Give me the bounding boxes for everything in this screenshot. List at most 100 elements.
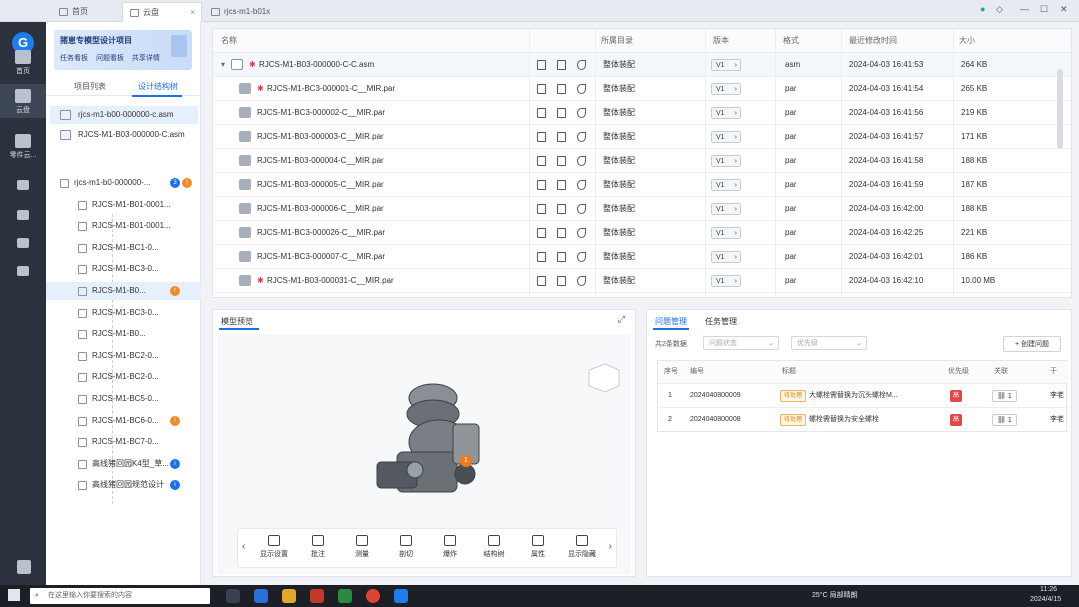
tree-item[interactable]: RJCS-M1-BC3-0... xyxy=(46,260,201,278)
chevron-left-icon[interactable]: ‹ xyxy=(242,541,245,552)
folder-icon[interactable] xyxy=(537,252,546,262)
chevron-right-icon[interactable]: › xyxy=(609,541,612,552)
user-avatar-icon[interactable] xyxy=(17,560,31,574)
issue-row[interactable]: 2 2024040800008 待处理 螺栓需替换为安全螺栓 高 ⛓ 1 李老 xyxy=(658,407,1068,431)
preview-doc-icon[interactable] xyxy=(557,276,566,286)
tree-item[interactable]: RJCS-M1-BC3-0... xyxy=(46,304,201,322)
show-hide-tool[interactable]: 显示隐藏 xyxy=(562,535,602,559)
tab-file[interactable]: rjcs-m1-b01x xyxy=(204,2,314,22)
display-settings-tool[interactable]: 显示设置 xyxy=(254,535,294,559)
3d-viewport[interactable]: 1 ‹ 显示设置 批注 测量 剖切 爆炸 结构树 属性 显示隐藏 › xyxy=(217,334,631,574)
close-icon[interactable]: × xyxy=(190,3,195,23)
folder-icon[interactable] xyxy=(537,132,546,142)
tree-item[interactable]: RJCS-M1-B01-0001... xyxy=(46,196,201,214)
version-select[interactable]: V1 › xyxy=(711,275,741,287)
preview-doc-icon[interactable] xyxy=(557,204,566,214)
preview-doc-icon[interactable] xyxy=(557,228,566,238)
table-row[interactable]: RJCS-M1-B03-000003-C__MIR.par 整体装配 V1 › par 2… xyxy=(213,125,1071,149)
structure-tree-tool[interactable]: 结构树 xyxy=(474,535,514,559)
folder-icon[interactable] xyxy=(537,84,546,94)
edit-icon[interactable] xyxy=(577,228,586,238)
app-icon[interactable] xyxy=(338,589,352,603)
version-select[interactable]: V1 › xyxy=(711,251,741,263)
version-select[interactable]: V1 › xyxy=(711,59,741,71)
preview-doc-icon[interactable] xyxy=(557,84,566,94)
tree-item[interactable]: RJCS-M1-B0... xyxy=(46,325,201,343)
version-select[interactable]: V1 › xyxy=(711,203,741,215)
tree-item[interactable]: 高线猪回园K4型_草... i xyxy=(46,455,201,473)
preview-doc-icon[interactable] xyxy=(557,180,566,190)
view-cube[interactable] xyxy=(588,363,620,393)
edit-icon[interactable] xyxy=(577,132,586,142)
issue-board-link[interactable]: 问题看板 xyxy=(96,55,124,62)
folder-icon[interactable] xyxy=(537,276,546,286)
chevron-down-icon[interactable]: ▾ xyxy=(221,53,225,77)
folder-icon[interactable] xyxy=(537,204,546,214)
file-item[interactable]: RJCS-M1-B03-000000-C.asm xyxy=(50,126,198,144)
bell-icon[interactable] xyxy=(17,210,29,220)
table-row[interactable]: RJCS-M1-B03-000005-C__MIR.par 整体装配 V1 › par 2… xyxy=(213,173,1071,197)
tree-item[interactable]: 高线猪回园规范设计 i xyxy=(46,476,201,494)
monitor-icon[interactable] xyxy=(17,238,29,248)
version-select[interactable]: V1 › xyxy=(711,131,741,143)
cad-app-icon[interactable] xyxy=(394,589,408,603)
edit-icon[interactable] xyxy=(577,276,586,286)
tree-item[interactable]: RJCS-M1-BC2-0... xyxy=(46,347,201,365)
preview-doc-icon[interactable] xyxy=(557,132,566,142)
tree-item[interactable]: RJCS-M1-B01-0001... xyxy=(46,217,201,235)
table-row[interactable]: ✱ RJCS-M1-BC3-000001-C__MIR.par 整体装配 V1 › par… xyxy=(213,77,1071,101)
folder-icon[interactable] xyxy=(537,108,546,118)
task-board-link[interactable]: 任务看板 xyxy=(60,55,88,62)
table-row[interactable]: RJCS-M1-BC3-000007-C__MIR.par 整体装配 V1 › par 2… xyxy=(213,245,1071,269)
edit-icon[interactable] xyxy=(577,252,586,262)
folder-icon[interactable] xyxy=(537,156,546,166)
fullscreen-icon[interactable]: ⤢ xyxy=(618,314,625,325)
rail-item-cloud[interactable]: 云盘 xyxy=(0,84,46,118)
col-modified[interactable]: 最近修改时间 xyxy=(849,29,897,53)
issue-title[interactable]: 大螺栓需替换为沉头螺栓M... xyxy=(809,392,898,399)
version-select[interactable]: V1 › xyxy=(711,83,741,95)
version-select[interactable]: V1 › xyxy=(711,155,741,167)
link-count[interactable]: ⛓ 1 xyxy=(992,390,1017,402)
file-item[interactable]: rjcs-m1-b00-000000-c.asm xyxy=(50,106,198,124)
sliders-icon[interactable] xyxy=(17,180,29,190)
tab-design-tree[interactable]: 设计结构树 xyxy=(138,81,178,92)
edit-icon[interactable] xyxy=(577,204,586,214)
task-view-icon[interactable] xyxy=(226,589,240,603)
edit-icon[interactable] xyxy=(577,156,586,166)
grid-icon[interactable] xyxy=(17,266,29,276)
tab-task-management[interactable]: 任务管理 xyxy=(705,316,737,327)
section-tool[interactable]: 剖切 xyxy=(386,535,426,559)
measure-tool[interactable]: 测量 xyxy=(342,535,382,559)
tree-item[interactable]: RJCS-M1-BC1-0... xyxy=(46,239,201,257)
properties-tool[interactable]: 属性 xyxy=(518,535,558,559)
rail-item-home[interactable]: 首页 xyxy=(0,48,46,78)
folder-icon[interactable] xyxy=(282,589,296,603)
table-row[interactable]: RJCS-M1-BC3-000026-C__MIR.par 整体装配 V1 › par 2… xyxy=(213,221,1071,245)
tree-item[interactable]: RJCS-M1-B0...! xyxy=(46,282,201,300)
create-issue-button[interactable]: + 创建问题 xyxy=(1003,336,1061,352)
folder-icon[interactable] xyxy=(537,228,546,238)
window-close-icon[interactable]: ✕ xyxy=(1060,4,1068,15)
edit-icon[interactable] xyxy=(577,108,586,118)
tab-project-list[interactable]: 项目列表 xyxy=(74,81,106,92)
tab-home[interactable]: 首页 xyxy=(52,2,122,22)
taskbar-search[interactable]: ⌕ 在这里输入你要搜索的内容 xyxy=(30,588,210,604)
table-row[interactable]: RJCS-M1-BC3-000002-C__MIR.par 整体装配 V1 › par 2… xyxy=(213,101,1071,125)
link-count[interactable]: ⛓ 1 xyxy=(992,414,1017,426)
weather-text[interactable]: 25°C 局部晴朗 xyxy=(812,590,858,600)
tree-item[interactable]: RJCS-M1-BC2-0... xyxy=(46,368,201,386)
tree-item[interactable]: RJCS-M1-BC5-0... xyxy=(46,390,201,408)
edit-icon[interactable] xyxy=(577,180,586,190)
clock-date[interactable]: 2024/4/15 xyxy=(1030,596,1061,603)
tab-cloud-disk[interactable]: 云盘 × xyxy=(122,2,202,22)
tree-item[interactable]: RJCS-M1-BC7-0... xyxy=(46,433,201,451)
preview-doc-icon[interactable] xyxy=(557,252,566,262)
edit-icon[interactable] xyxy=(577,60,586,70)
table-row[interactable]: ✱ RJCS-M1-B03-000031-C__MIR.par 整体装配 V1 › par… xyxy=(213,269,1071,293)
table-row[interactable]: RJCS-M1-B03-000004-C__MIR.par 整体装配 V1 › par 2… xyxy=(213,149,1071,173)
start-icon[interactable] xyxy=(8,589,20,601)
scrollbar[interactable] xyxy=(1057,69,1063,149)
pin-icon[interactable]: ◇ xyxy=(996,4,1003,15)
col-version[interactable]: 版本 xyxy=(713,29,729,53)
